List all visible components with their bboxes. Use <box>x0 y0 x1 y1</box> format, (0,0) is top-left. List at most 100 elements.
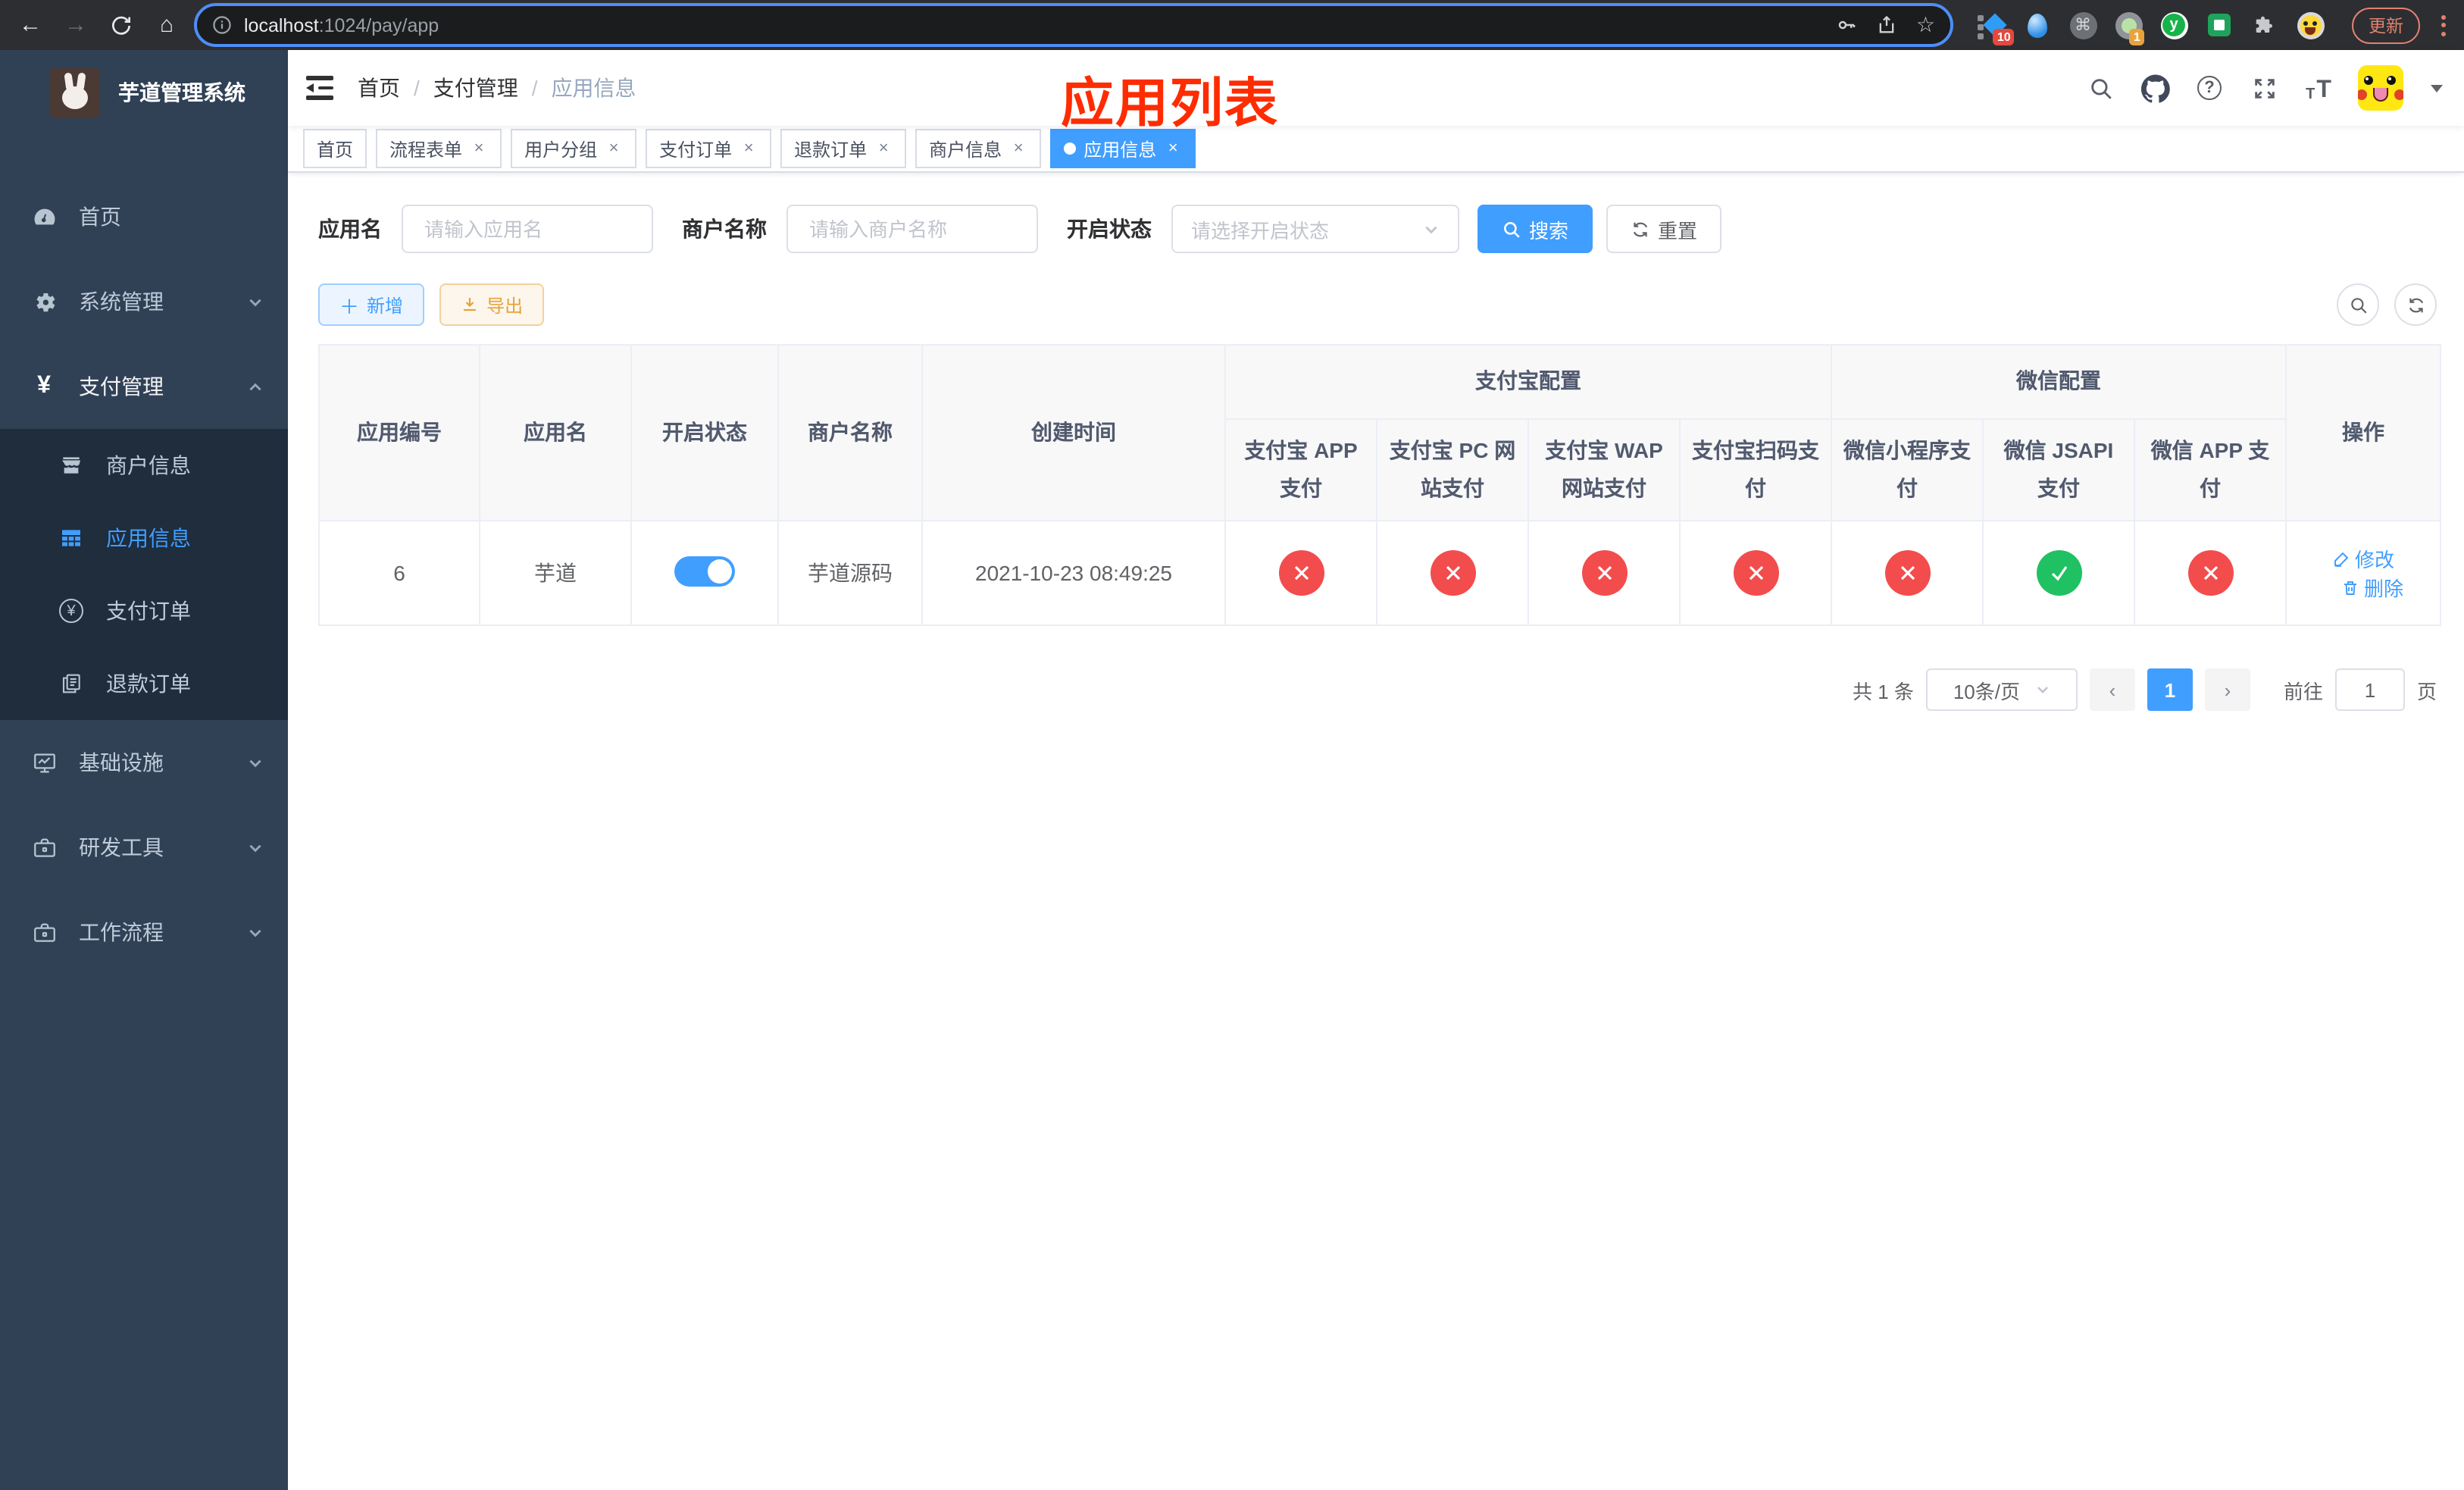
sidebar-item-infrastructure[interactable]: 基础设施 <box>0 720 288 805</box>
site-info-icon[interactable] <box>212 15 232 35</box>
browser-home-icon[interactable]: ⌂ <box>149 7 185 43</box>
goto-page-input[interactable] <box>2334 668 2405 712</box>
merchant-name-label: 商户名称 <box>682 217 767 241</box>
sidebar-item-payment[interactable]: ¥ 支付管理 <box>0 344 288 429</box>
sidebar-item-merchant-info[interactable]: 商户信息 <box>0 429 288 502</box>
tab-merchant-info[interactable]: 商户信息 × <box>915 129 1042 168</box>
edit-button[interactable]: 修改 <box>2332 545 2394 574</box>
close-icon[interactable]: × <box>470 139 488 158</box>
browser-back-icon[interactable]: ← <box>12 7 48 43</box>
pencil-icon <box>2334 552 2348 567</box>
extension-green-y-icon[interactable]: y <box>2159 11 2188 39</box>
app-name-input[interactable] <box>421 216 633 242</box>
help-icon[interactable]: ? <box>2194 73 2225 103</box>
close-icon[interactable]: × <box>1009 139 1027 158</box>
status-select[interactable]: 请选择开启状态 <box>1171 205 1459 253</box>
breadcrumb-payment[interactable]: 支付管理 <box>433 73 518 103</box>
font-size-icon[interactable]: TT <box>2303 73 2334 103</box>
col-merchant: 商户名称 <box>777 343 923 522</box>
alipay-app-status-icon <box>1278 550 1324 596</box>
tab-pay-order[interactable]: 支付订单 × <box>646 129 772 168</box>
merchant-name-input-wrap <box>786 205 1038 253</box>
sidebar-item-system[interactable]: 系统管理 <box>0 259 288 344</box>
extension-balloon-icon[interactable] <box>2023 11 2052 39</box>
refresh-table-button[interactable] <box>2394 283 2437 326</box>
col-alipay-app: 支付宝 APP 支付 <box>1224 418 1377 522</box>
logo-image <box>50 67 100 117</box>
export-button[interactable]: 导出 <box>439 283 545 326</box>
search-icon[interactable] <box>2085 73 2115 103</box>
sidebar-item-app-info[interactable]: 应用信息 <box>0 502 288 574</box>
status-toggle[interactable] <box>674 556 735 587</box>
sidebar-toggle-icon[interactable] <box>306 76 336 100</box>
col-group-alipay: 支付宝配置 <box>1224 344 1832 420</box>
github-icon[interactable] <box>2140 73 2170 103</box>
top-navbar: 首页 / 支付管理 / 应用信息 ? T T <box>288 50 2464 126</box>
sidebar-item-refund-order[interactable]: 退款订单 <box>0 647 288 720</box>
page-1-button[interactable]: 1 <box>2147 668 2193 712</box>
breadcrumb-home[interactable]: 首页 <box>358 73 400 103</box>
browser-reload-icon[interactable] <box>103 7 139 43</box>
sidebar-item-pay-order[interactable]: ¥ 支付订单 <box>0 574 288 647</box>
alipay-wap-status-icon <box>1581 550 1627 596</box>
briefcase-icon <box>30 834 58 861</box>
select-caret-icon <box>1425 225 1437 233</box>
fullscreen-icon[interactable] <box>2249 73 2279 103</box>
tab-user-group[interactable]: 用户分组 × <box>511 129 637 168</box>
tab-refund-order[interactable]: 退款订单 × <box>780 129 907 168</box>
close-icon[interactable]: × <box>605 139 623 158</box>
extension-green-square-icon[interactable] <box>2205 11 2234 39</box>
payment-submenu: 商户信息 应用信息 ¥ 支付订单 退款订单 <box>0 429 288 720</box>
cell-actions: 修改 删除 <box>2285 520 2441 627</box>
extensions-row: 10 ⌘ 1 y <box>1978 11 2325 45</box>
wx-app-status-icon <box>2187 550 2233 596</box>
extensions-puzzle-icon[interactable] <box>2250 11 2279 39</box>
close-icon[interactable]: × <box>740 139 758 158</box>
tab-home[interactable]: 首页 <box>303 129 367 168</box>
screen: ← → ⌂ localhost:1024/pay/app ☆ 10 ⌘ 1 y … <box>0 0 2464 1490</box>
tab-process-form[interactable]: 流程表单 × <box>376 129 502 168</box>
sidebar-item-dev-tools[interactable]: 研发工具 <box>0 805 288 890</box>
address-bar[interactable]: localhost:1024/pay/app ☆ <box>194 3 1953 47</box>
toggle-search-button[interactable] <box>2337 283 2379 326</box>
password-key-icon[interactable] <box>1836 14 1859 36</box>
close-icon[interactable]: × <box>874 139 893 158</box>
search-icon <box>1504 221 1520 237</box>
gear-icon <box>30 288 58 315</box>
sidebar-item-workflow[interactable]: 工作流程 <box>0 890 288 975</box>
extension-gray-circle-icon[interactable]: 1 <box>2114 11 2144 45</box>
browser-forward-icon[interactable]: → <box>58 7 94 43</box>
share-icon[interactable] <box>1877 14 1898 36</box>
goto-suffix-label: 页 <box>2416 680 2437 703</box>
extension-command-icon[interactable]: ⌘ <box>2068 11 2097 39</box>
sidebar-menu: 首页 系统管理 ¥ 支付管理 商户信息 应用信息 ¥ 支付订单 退款订单 基础设… <box>0 174 288 975</box>
user-avatar[interactable] <box>2358 65 2403 111</box>
alipay-scan-status-icon <box>1733 550 1778 596</box>
table-row: 6 芋道 芋道源码 2021-10-23 08:49:25 修改 删除 <box>318 520 2441 627</box>
reset-button[interactable]: 重置 <box>1606 205 1722 253</box>
bookmark-star-icon[interactable]: ☆ <box>1916 12 1935 38</box>
goto-label: 前往 <box>2283 680 2323 703</box>
col-alipay-pc: 支付宝 PC 网站支付 <box>1376 418 1529 522</box>
prev-page-button[interactable]: ‹ <box>2089 668 2135 712</box>
sidebar-item-home[interactable]: 首页 <box>0 174 288 259</box>
url-text: localhost:1024/pay/app <box>244 14 439 36</box>
delete-button[interactable]: 删除 <box>2341 574 2403 603</box>
col-group-wechat: 微信配置 <box>1831 344 2287 420</box>
refresh-icon <box>1633 221 1648 236</box>
extension-blue-diamond-icon[interactable]: 10 <box>1978 11 2015 45</box>
merchant-name-input[interactable] <box>806 216 1018 242</box>
close-icon[interactable]: × <box>1164 139 1182 158</box>
browser-menu-icon[interactable] <box>2441 14 2446 36</box>
browser-update-button[interactable]: 更新 <box>2352 7 2420 43</box>
search-button[interactable]: 搜索 <box>1477 205 1593 253</box>
breadcrumb: 首页 / 支付管理 / 应用信息 <box>358 73 636 103</box>
next-page-button[interactable]: › <box>2204 668 2250 712</box>
page-size-select[interactable]: 10条/页 <box>1925 668 2078 712</box>
avatar-dropdown-icon[interactable] <box>2431 84 2443 92</box>
extension-emoji-avatar[interactable] <box>2296 11 2325 39</box>
add-button[interactable]: ＋ 新增 <box>318 283 425 326</box>
sidebar-logo[interactable]: 芋道管理系统 <box>0 50 288 135</box>
app-name-label: 应用名 <box>318 217 382 241</box>
chevron-down-icon <box>245 923 264 941</box>
